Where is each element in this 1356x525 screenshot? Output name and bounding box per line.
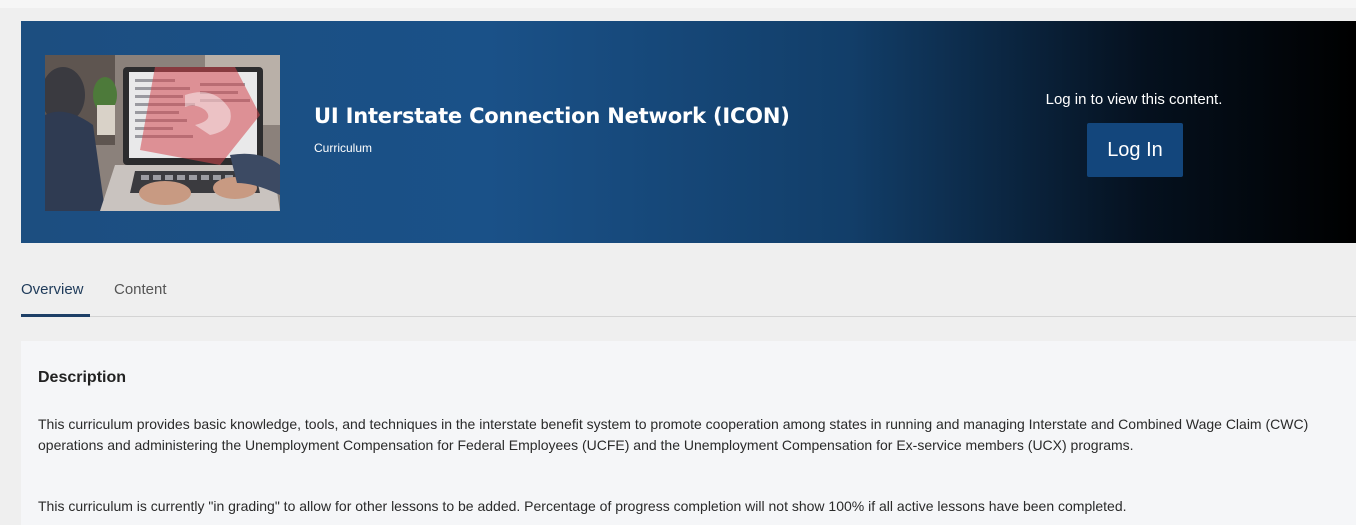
description-panel: Description This curriculum provides bas… [21,341,1356,525]
log-in-button[interactable]: Log In [1087,123,1183,177]
login-prompt-text: Log in to view this content. [1045,91,1223,108]
curriculum-hero-banner: UI Interstate Connection Network (ICON) … [21,21,1356,243]
description-paragraph: This curriculum is currently "in grading… [38,498,1127,514]
tabs-divider [21,316,1356,317]
description-heading: Description [38,369,127,386]
top-strip [0,0,1356,8]
curriculum-title: UI Interstate Connection Network (ICON) [314,104,790,128]
description-paragraph: This curriculum provides basic knowledge… [38,416,1309,453]
active-tab-indicator [21,314,90,317]
tab-overview[interactable]: Overview [21,281,84,298]
curriculum-type-label: Curriculum [314,141,373,155]
curriculum-tabs: Overview Content [0,262,1356,317]
tab-content[interactable]: Content [114,281,167,298]
page: UI Interstate Connection Network (ICON) … [0,0,1356,525]
curriculum-thumbnail-image [45,55,280,211]
